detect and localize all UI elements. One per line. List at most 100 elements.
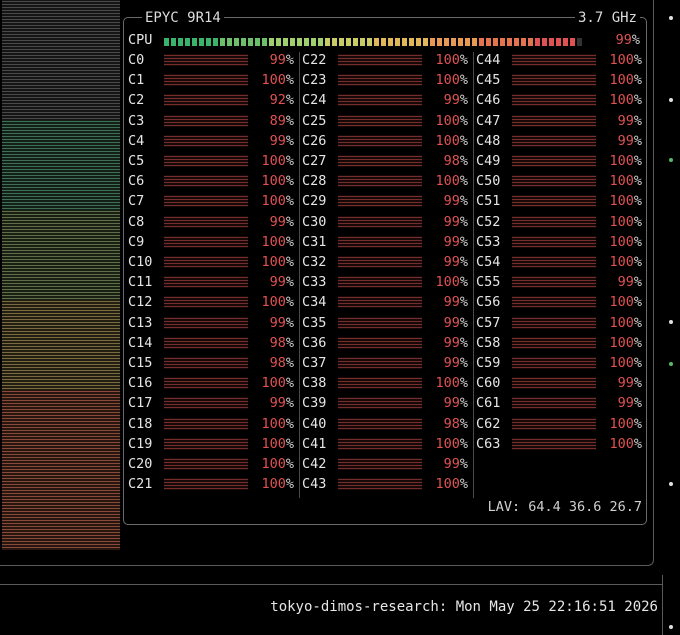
cpu-bar-segment: [164, 38, 169, 46]
core-label: C44: [476, 52, 501, 68]
core-percent: 99%: [617, 395, 642, 412]
core-percent: 100%: [261, 173, 294, 190]
core-percent: 99%: [269, 314, 294, 331]
core-percent: 100%: [261, 456, 294, 472]
core-usage-graph: [338, 155, 422, 167]
cpu-bar-segment: [388, 38, 393, 46]
cpu-bar-segment: [269, 38, 274, 46]
core-usage-graph: [338, 458, 422, 470]
core-label: C59: [476, 355, 501, 371]
core-usage-graph: [512, 114, 596, 127]
core-label: C11: [128, 274, 153, 291]
core-label: C50: [476, 173, 501, 190]
core-percent: 100%: [609, 294, 642, 311]
core-usage-graph: [164, 155, 248, 167]
core-label: C37: [302, 355, 327, 371]
cpu-bar-segment: [437, 38, 442, 46]
cpu-bar-segment: [171, 38, 176, 46]
core-label: C46: [476, 92, 501, 109]
core-usage-graph: [164, 195, 248, 208]
cpu-bar-segment: [297, 38, 302, 46]
cpu-bar-segment: [416, 38, 421, 46]
core-percent: 100%: [609, 233, 642, 250]
core-label: C48: [476, 132, 501, 149]
core-percent: 98%: [269, 334, 294, 351]
cpu-bar-segment: [290, 38, 295, 46]
core-usage-graph: [512, 155, 596, 167]
core-label: C17: [128, 395, 153, 412]
cpu-bar-segment: [444, 38, 449, 46]
core-label: C13: [128, 314, 153, 331]
core-usage-graph: [338, 235, 422, 248]
core-usage-graph: [338, 114, 422, 127]
core-usage-graph: [512, 437, 596, 450]
cpu-box: EPYC 9R14 3.7 GHz CPU 99% C0 99% C1 100% C2 9…: [123, 9, 647, 525]
core-usage-graph: [512, 94, 596, 107]
core-percent: 99%: [269, 52, 294, 68]
cpu-bar-segment: [360, 38, 365, 46]
core-percent: 99%: [443, 456, 468, 472]
core-label: C20: [128, 456, 153, 472]
cpu-bar-segment: [479, 38, 484, 46]
core-label: C12: [128, 294, 153, 311]
core-label: C47: [476, 112, 501, 129]
core-percent: 100%: [609, 435, 642, 452]
core-usage-graph: [164, 397, 248, 410]
cpu-bar-segment: [507, 38, 512, 46]
core-percent: 99%: [443, 355, 468, 371]
core-percent: 100%: [435, 375, 468, 392]
core-percent: 100%: [435, 274, 468, 291]
core-label: C19: [128, 435, 153, 452]
core-usage-graph: [164, 357, 248, 369]
core-label: C16: [128, 375, 153, 392]
cpu-bar-segment: [381, 38, 386, 46]
core-usage-graph: [164, 336, 248, 349]
core-usage-graph: [512, 175, 596, 188]
core-label: C21: [128, 476, 153, 493]
core-label: C36: [302, 334, 327, 351]
core-label: C10: [128, 254, 153, 270]
core-label: C62: [476, 415, 501, 432]
core-percent: 100%: [609, 193, 642, 210]
cpu-bar-segment: [353, 38, 358, 46]
core-percent: 99%: [269, 213, 294, 230]
core-usage-graph: [164, 114, 248, 127]
core-percent: 99%: [443, 314, 468, 331]
cpu-bar-segment: [283, 38, 288, 46]
cpu-bar-segment: [500, 38, 505, 46]
cpu-bar-segment: [234, 38, 239, 46]
cpu-bar-segment: [185, 38, 190, 46]
cpu-bar-segment: [325, 38, 330, 46]
core-usage-graph: [338, 94, 422, 107]
core-percent: 98%: [443, 153, 468, 169]
host-clock-status: tokyo-dimos-research: Mon May 25 22:16:5…: [270, 599, 658, 615]
cpu-total-percent: 99%: [615, 32, 640, 48]
core-percent: 99%: [617, 274, 642, 291]
core-label: C6: [128, 173, 145, 190]
core-percent: 100%: [261, 476, 294, 493]
core-label: C33: [302, 274, 327, 291]
core-percent: 98%: [443, 415, 468, 432]
core-usage-graph: [338, 256, 422, 268]
core-label: C28: [302, 173, 327, 190]
cpu-bar-segment: [311, 38, 316, 46]
core-usage-graph: [512, 54, 596, 66]
cpu-bar-segment: [486, 38, 491, 46]
cpu-bar-segment: [570, 38, 575, 46]
core-label: C52: [476, 213, 501, 230]
core-percent: 99%: [443, 334, 468, 351]
core-label: C8: [128, 213, 145, 230]
core-percent: 99%: [443, 193, 468, 210]
core-usage-graph: [164, 276, 248, 289]
indicator-dot: [669, 16, 673, 20]
cpu-bar-segment: [346, 38, 351, 46]
core-label: C57: [476, 314, 501, 331]
cpu-bar-segment: [206, 38, 211, 46]
core-percent: 100%: [609, 153, 642, 169]
core-percent: 99%: [617, 375, 642, 392]
core-percent: 100%: [435, 72, 468, 89]
cpu-bar-segment: [213, 38, 218, 46]
cpu-bar-segment: [563, 38, 568, 46]
cpu-bar-segment: [451, 38, 456, 46]
core-percent: 99%: [443, 233, 468, 250]
